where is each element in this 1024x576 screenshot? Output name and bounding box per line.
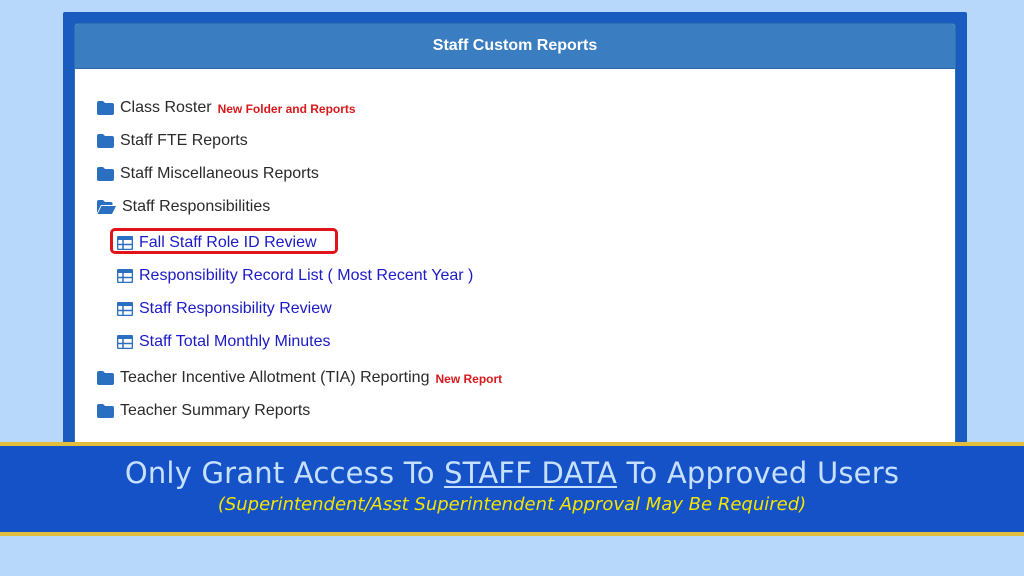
folder-icon [97, 167, 114, 181]
folder-icon [97, 134, 114, 148]
folder-icon [97, 371, 114, 385]
panel-title: Staff Custom Reports [75, 24, 955, 69]
folder-label: Staff Miscellaneous Reports [120, 165, 319, 182]
folder-staff-miscellaneous-reports[interactable]: Staff Miscellaneous Reports [97, 162, 319, 186]
folder-icon [97, 404, 114, 418]
folder-label: Staff FTE Reports [120, 132, 248, 149]
report-staff-total-monthly-minutes[interactable]: Staff Total Monthly Minutes [116, 330, 331, 354]
table-icon [116, 301, 134, 317]
folder-label: Teacher Summary Reports [120, 402, 311, 419]
folder-label: Class Roster [120, 99, 212, 116]
banner-note: (Superintendent/Asst Superintendent Appr… [217, 494, 807, 515]
access-warning-banner: Only Grant Access To STAFF DATA To Appro… [0, 442, 1024, 536]
new-badge: New Folder and Reports [217, 102, 356, 116]
report-staff-responsibility-review[interactable]: Staff Responsibility Review [116, 297, 332, 321]
folder-teacher-summary-reports[interactable]: Teacher Summary Reports [97, 399, 310, 423]
highlight-annotation [110, 228, 338, 254]
table-icon [116, 268, 134, 284]
report-link[interactable]: Responsibility Record List ( Most Recent… [139, 267, 473, 285]
banner-emphasis: STAFF DATA [444, 456, 618, 490]
banner-text-pre: Only Grant Access To [124, 456, 445, 490]
report-link[interactable]: Staff Responsibility Review [139, 300, 332, 318]
banner-headline: Only Grant Access To STAFF DATA To Appro… [0, 456, 1024, 490]
report-responsibility-record-list[interactable]: Responsibility Record List ( Most Recent… [116, 264, 473, 288]
slide: Staff Custom Reports Class Roster New Fo… [0, 0, 1024, 576]
folder-staff-responsibilities[interactable]: Staff Responsibilities [97, 195, 270, 219]
table-icon [116, 334, 134, 350]
folder-label: Teacher Incentive Allotment (TIA) Report… [120, 369, 430, 386]
folder-class-roster[interactable]: Class Roster New Folder and Reports [97, 96, 356, 120]
banner-text-post: To Approved Users [617, 456, 900, 490]
report-link[interactable]: Staff Total Monthly Minutes [139, 333, 331, 351]
new-badge: New Report [435, 372, 503, 386]
folder-label: Staff Responsibilities [122, 198, 271, 215]
folder-staff-fte-reports[interactable]: Staff FTE Reports [97, 129, 248, 153]
folder-open-icon [97, 200, 116, 214]
folder-icon [97, 101, 114, 115]
folder-teacher-incentive-allotment[interactable]: Teacher Incentive Allotment (TIA) Report… [97, 366, 502, 390]
